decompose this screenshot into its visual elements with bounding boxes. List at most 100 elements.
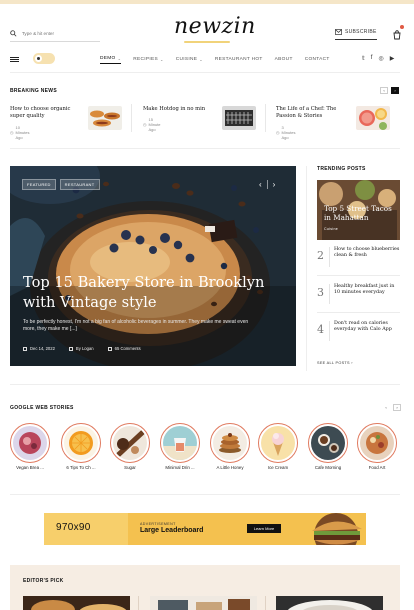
post-date: Dec 14, 2022 (23, 346, 55, 351)
subscribe-label: Subscribe (345, 28, 377, 35)
web-story[interactable]: Ice Cream (258, 423, 298, 470)
web-story[interactable]: 6 Tips To Ch ... (61, 423, 101, 470)
editors-pick-section: Editor's Pick (10, 565, 400, 610)
next-arrow-icon[interactable]: › (273, 180, 276, 189)
story-ring (210, 423, 250, 463)
web-story[interactable]: Minimal Drin ... (160, 423, 200, 470)
trending-main-category[interactable]: Cuisine (324, 227, 338, 231)
twitter-icon[interactable]: 𝕥 (362, 55, 365, 62)
divider (265, 104, 266, 132)
story-label: 6 Tips To Ch ... (66, 465, 96, 470)
post-comments[interactable]: 65 Comments (107, 346, 141, 351)
youtube-icon[interactable]: ▶ (390, 55, 395, 62)
clock-icon: ◷ (143, 122, 147, 127)
prev-arrow-icon[interactable]: ‹ (380, 87, 388, 94)
web-story[interactable]: Food Art (357, 423, 397, 470)
hero-title[interactable]: Top 15 Bakery Store in Brooklyn with Vin… (23, 273, 273, 312)
breaking-news-arrows: ‹ › (380, 87, 399, 94)
ad-learn-more-button[interactable]: Learn More (247, 524, 281, 533)
site-logo[interactable]: newzin (174, 14, 256, 39)
nav-item-cuisine[interactable]: Cuisine ⌄ (176, 56, 203, 64)
time-ago: ◷ 10 Minutes Ago (10, 125, 30, 140)
facebook-icon[interactable]: f (371, 55, 373, 62)
trending-posts-title: Trending Posts (317, 166, 366, 172)
ad-small-label: Advertisement (140, 522, 176, 526)
trending-item-title[interactable]: Healthy breakfast just in 10 minutes eve… (334, 284, 400, 297)
calendar-icon (23, 346, 27, 351)
web-story[interactable]: A Little Honey (210, 423, 250, 470)
story-image (163, 426, 197, 460)
hero-excerpt: To be perfectly honest, I'm not a big fa… (23, 319, 249, 332)
hamburger-menu-icon[interactable] (10, 57, 19, 62)
breaking-news-thumbnail[interactable] (88, 106, 122, 130)
next-arrow-icon[interactable]: › (393, 404, 401, 411)
breaking-news-headline[interactable]: The Life of a Chef: The Passion & Storie… (276, 106, 346, 120)
social-links: 𝕥 f ◎ ▶ (362, 55, 394, 62)
search-bar[interactable] (10, 26, 100, 42)
web-stories-arrows: ‹ › (382, 404, 401, 411)
dark-mode-toggle[interactable] (33, 53, 55, 64)
breaking-news-headline[interactable]: How to choose organic super quality (10, 106, 80, 120)
tag-featured[interactable]: Featured (22, 179, 56, 190)
divider (317, 275, 400, 276)
story-ring (61, 423, 101, 463)
web-story[interactable]: Sugar (110, 423, 150, 470)
story-label: Ice Cream (267, 465, 289, 470)
story-label: Food Art (368, 465, 386, 470)
post-tags: Featured Restaurant (22, 179, 100, 190)
nav-item-restaurant[interactable]: Restaurant Hot (215, 56, 263, 64)
prev-arrow-icon[interactable]: ‹ (259, 180, 262, 189)
breaking-news-title: Breaking News (10, 88, 57, 94)
nav-item-recipies[interactable]: Recipies ⌄ (133, 56, 163, 64)
hero-slider-nav: ‹ › (259, 180, 275, 189)
story-label: A Little Honey (216, 465, 244, 470)
trending-number: 4 (317, 323, 324, 336)
divider (266, 180, 268, 189)
search-input[interactable] (21, 31, 100, 36)
instagram-icon[interactable]: ◎ (378, 55, 383, 62)
breaking-news-thumbnail[interactable] (356, 106, 390, 130)
clock-icon: ◷ (10, 130, 14, 135)
ad-banner[interactable]: 970x90 Advertisement Large Leaderboard L… (44, 513, 366, 545)
trending-main-title[interactable]: Top 5 Street Tacos in Mahattan (324, 204, 396, 222)
chevron-down-icon: ⌄ (160, 56, 164, 62)
hero-image (10, 166, 296, 366)
divider (329, 247, 330, 267)
story-ring (308, 423, 348, 463)
trending-item[interactable]: 2 How to choose blueberries clean & fres… (317, 245, 400, 269)
trending-item[interactable]: 4 Don't read on calories everyday with C… (317, 319, 400, 343)
story-image (360, 426, 394, 460)
cart-icon (393, 30, 401, 40)
hero-featured-post[interactable]: Featured Restaurant ‹ › Top 15 Bakery St… (10, 166, 296, 366)
web-story[interactable]: Cafe Morning (308, 423, 348, 470)
post-author[interactable]: By Logan (68, 346, 94, 351)
story-image (213, 426, 247, 460)
divider (138, 596, 139, 610)
nav-item-about[interactable]: About (275, 56, 293, 64)
time-ago: ◷ 3 Minutes Ago (276, 125, 296, 140)
trending-item[interactable]: 3 Healthy breakfast just in 10 minutes e… (317, 282, 400, 306)
trending-main-post[interactable]: Top 5 Street Tacos in Mahattan Cuisine (317, 180, 400, 240)
editors-pick-image[interactable] (23, 596, 130, 610)
editors-pick-image[interactable] (276, 596, 383, 610)
editors-pick-image[interactable] (150, 596, 257, 610)
trending-item-title[interactable]: Don't read on calories everyday with Cal… (334, 321, 400, 334)
divider (329, 321, 330, 341)
nav-item-contact[interactable]: Contact (305, 56, 330, 64)
story-ring (110, 423, 150, 463)
cart-badge (400, 25, 404, 29)
trending-item-title[interactable]: How to choose blueberries clean & fresh (334, 247, 400, 260)
tag-restaurant[interactable]: Restaurant (59, 179, 100, 190)
breaking-news-headline[interactable]: Make Hotdog in no min (143, 106, 213, 113)
story-image (311, 426, 345, 460)
next-arrow-icon[interactable]: › (391, 87, 399, 94)
see-all-posts-link[interactable]: See All Posts › (317, 361, 353, 365)
breaking-news-thumbnail[interactable] (222, 106, 256, 130)
story-label: Cafe Morning (314, 465, 342, 470)
subscribe-button[interactable]: Subscribe (335, 26, 377, 40)
divider (265, 596, 266, 610)
cart-button[interactable] (392, 25, 404, 40)
web-story[interactable]: Vegan Brea ... (10, 423, 50, 470)
prev-arrow-icon[interactable]: ‹ (382, 404, 390, 411)
nav-item-demo[interactable]: Demo ⌄ (100, 56, 122, 64)
